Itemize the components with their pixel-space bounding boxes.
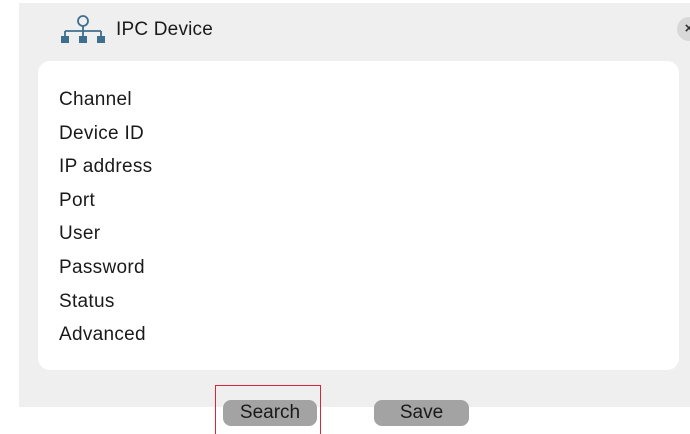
field-label-user: User xyxy=(59,223,101,245)
field-list: Channel Device ID IP address Port User P… xyxy=(59,87,152,356)
dialog-title: IPC Device xyxy=(116,19,214,40)
close-icon: × xyxy=(684,20,690,37)
field-label-status: Status xyxy=(59,290,115,312)
field-label-advanced: Advanced xyxy=(59,324,146,346)
close-button[interactable]: × xyxy=(677,17,690,41)
field-label-device-id: Device ID xyxy=(59,122,145,144)
network-icon xyxy=(61,15,105,43)
field-label-port: Port xyxy=(59,189,96,211)
search-button[interactable]: Search xyxy=(223,400,317,426)
save-button[interactable]: Save xyxy=(374,400,469,426)
field-label-channel: Channel xyxy=(59,89,132,110)
title-bar: IPC Device × xyxy=(19,3,690,55)
field-label-password: Password xyxy=(59,256,145,278)
ipc-device-dialog: IPC Device × Channel Device ID IP addres… xyxy=(19,3,690,407)
device-fields-panel: Channel Device ID IP address Port User P… xyxy=(38,61,679,370)
field-label-ip-address: IP address xyxy=(59,156,153,178)
